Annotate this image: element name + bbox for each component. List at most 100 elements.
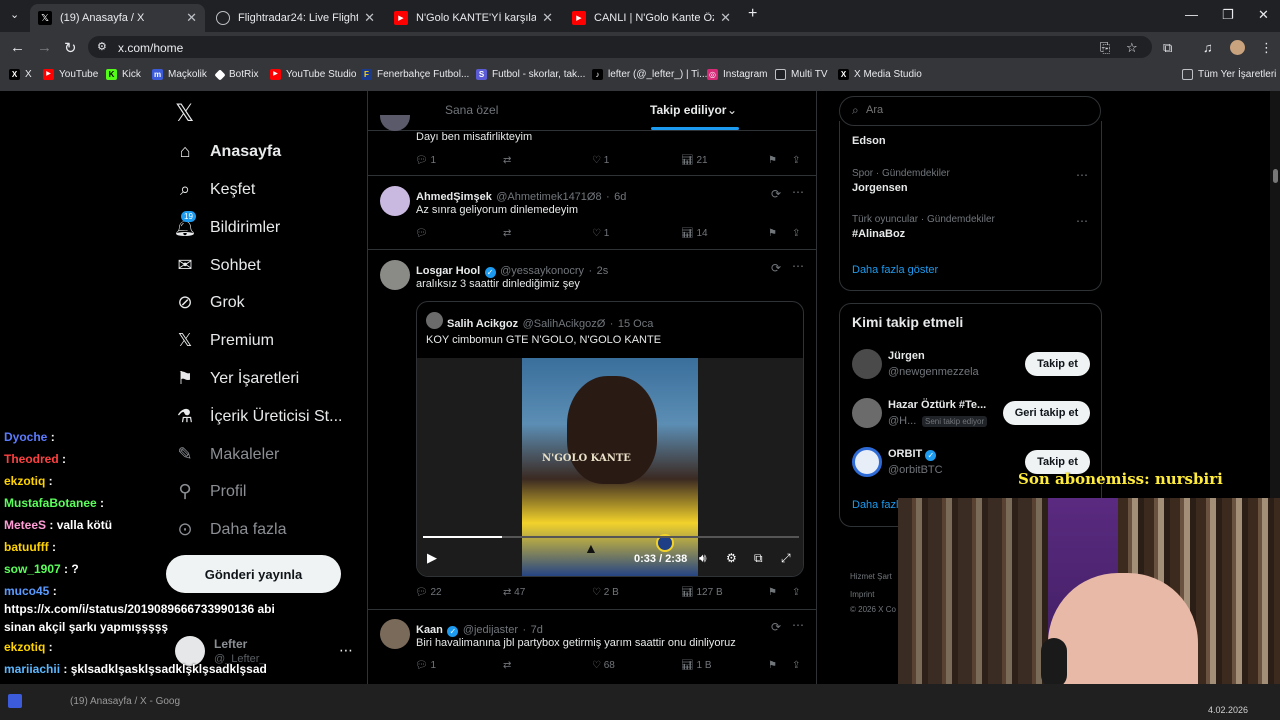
suggestion-name-text[interactable]: ORBIT xyxy=(888,448,922,460)
nav-creator-studio[interactable]: ⚗ İçerik Üreticisi St... xyxy=(173,406,343,427)
bookmark-kick[interactable]: K Kick xyxy=(106,69,141,80)
taskbar-window-title[interactable]: (19) Anasayfa / X - Goog xyxy=(70,696,180,707)
tab-following[interactable]: Takip ediliyor xyxy=(650,103,726,117)
retweet-icon[interactable]: ⇄ xyxy=(503,228,511,239)
reply-icon[interactable]: 💬︎ 22 xyxy=(415,587,442,598)
views-icon[interactable]: 📊︎ 14 xyxy=(681,228,708,239)
bookmark-fenerbahce[interactable]: F Fenerbahçe Futbol... xyxy=(361,69,469,80)
author-name[interactable]: Salih Acikgoz xyxy=(447,318,518,330)
tweet-time[interactable]: 2s xyxy=(597,265,609,277)
follow-back-button[interactable]: Geri takip et xyxy=(1003,401,1090,425)
bookmark-futbol[interactable]: S Futbol - skorlar, tak... xyxy=(476,69,585,80)
tab-for-you[interactable]: Sana özel xyxy=(445,103,498,117)
maximize-icon[interactable]: ❐ xyxy=(1222,7,1234,23)
nav-grok[interactable]: ⊘ Grok xyxy=(173,292,244,313)
footer-link[interactable]: Imprint xyxy=(850,590,874,599)
footer-link[interactable]: Hizmet Şart xyxy=(850,572,892,581)
all-bookmarks[interactable]: Tüm Yer İşaretleri xyxy=(1182,69,1276,80)
nav-explore[interactable]: ⌕ Keşfet xyxy=(173,179,255,200)
views-icon[interactable]: 📊︎ 1 B xyxy=(681,660,712,671)
start-icon[interactable] xyxy=(8,694,22,708)
more-icon[interactable]: ⋯ xyxy=(792,618,804,632)
settings-icon[interactable]: ⚙ xyxy=(726,551,737,565)
close-icon[interactable]: ✕ xyxy=(542,10,553,26)
bookmark-icon[interactable]: ⚑ xyxy=(768,228,777,239)
nav-bookmarks[interactable]: ⚑ Yer İşaretleri xyxy=(173,368,299,389)
bookmark-multitv[interactable]: Multi TV xyxy=(775,69,828,80)
bookmark-star-icon[interactable]: ☆ xyxy=(1126,40,1138,56)
back-icon[interactable]: ← xyxy=(10,39,25,56)
more-icon[interactable]: ⋯ xyxy=(1076,214,1088,228)
more-icon[interactable]: ⋯ xyxy=(1076,168,1088,182)
views-icon[interactable]: 📊︎ 21 xyxy=(681,155,708,166)
reply-icon[interactable]: 💬︎ 1 xyxy=(415,155,436,166)
bookmark-x[interactable]: XX xyxy=(9,69,32,80)
chevron-down-icon[interactable]: ⌄ xyxy=(727,103,737,117)
grok-icon[interactable]: ⟳ xyxy=(771,261,781,275)
minimize-icon[interactable]: — xyxy=(1185,7,1198,22)
tab-youtube-2[interactable]: ▶ CANLI | N'Golo Kante Özel ✕ xyxy=(564,4,739,32)
close-icon[interactable]: ✕ xyxy=(364,10,375,26)
bookmark-icon[interactable]: ⚑ xyxy=(768,587,777,598)
close-icon[interactable]: ✕ xyxy=(186,10,197,26)
bookmark-icon[interactable]: ⚑ xyxy=(768,660,777,671)
trend-name[interactable]: Jorgensen xyxy=(852,182,908,194)
site-info-icon[interactable]: ⚙ xyxy=(97,40,107,53)
reload-icon[interactable]: ↻ xyxy=(64,39,77,57)
bookmark-instagram[interactable]: ◎ Instagram xyxy=(707,69,767,80)
profile-avatar[interactable] xyxy=(1230,40,1245,55)
scrollbar-thumb[interactable] xyxy=(1273,169,1278,183)
suggestion-name[interactable]: Hazar Öztürk #Te... xyxy=(888,399,986,411)
extensions-icon[interactable]: ⧉ xyxy=(1163,40,1172,56)
bookmark-botrix[interactable]: BotRix xyxy=(214,68,258,81)
nav-premium[interactable]: 𝕏 Premium xyxy=(173,330,274,351)
share-icon[interactable]: ⇪ xyxy=(792,155,800,166)
bookmark-mackolik[interactable]: m Maçkolik xyxy=(152,69,207,80)
nav-chat[interactable]: ✉ Sohbet xyxy=(173,255,260,276)
views-icon[interactable]: 📊︎ 127 B xyxy=(681,587,723,598)
trend-name[interactable]: Edson xyxy=(852,135,886,147)
close-icon[interactable]: ✕ xyxy=(720,10,731,26)
like-icon[interactable]: ♡ 2 B xyxy=(592,587,619,598)
reply-icon[interactable]: 💬︎ xyxy=(415,228,428,239)
more-icon[interactable]: ⋯ xyxy=(792,259,804,273)
window-close-icon[interactable]: ✕ xyxy=(1258,7,1269,23)
grok-icon[interactable]: ⟳ xyxy=(771,187,781,201)
tab-flightradar[interactable]: Flightradar24: Live Flight Tracker ✕ xyxy=(208,4,383,32)
share-icon[interactable]: ⇪ xyxy=(792,587,800,598)
menu-kebab-icon[interactable]: ⋮ xyxy=(1260,40,1273,56)
bookmark-media-studio[interactable]: X X Media Studio xyxy=(838,69,922,80)
media-control-icon[interactable]: ♫ xyxy=(1203,40,1213,55)
nav-home[interactable]: ⌂ Anasayfa xyxy=(173,141,282,162)
author-name[interactable]: AhmedŞimşek xyxy=(416,191,492,203)
share-icon[interactable]: ⇪ xyxy=(792,228,800,239)
url-text[interactable]: x.com/home xyxy=(118,41,183,55)
author-name[interactable]: Kaan xyxy=(416,624,443,636)
like-icon[interactable]: ♡ 1 xyxy=(592,155,609,166)
trend-name[interactable]: #AlinaBoz xyxy=(852,228,905,240)
tab-youtube-1[interactable]: ▶ N'Golo KANTE'Yİ karşılama hav ✕ xyxy=(386,4,561,32)
video-player[interactable]: N'GOLO KANTE ▲ ▶ 0:33 / 2:38 🔊︎ ⚙ ⧉ ⤢ xyxy=(417,358,803,576)
address-bar[interactable] xyxy=(88,36,1152,58)
tab-search-chevron-icon[interactable]: ⌄ xyxy=(10,8,19,21)
fullscreen-icon[interactable]: ⤢ xyxy=(781,551,791,566)
retweet-icon[interactable]: ⇄ xyxy=(503,155,511,166)
bookmark-youtube-studio[interactable]: ▶ YouTube Studio xyxy=(270,69,356,80)
retweet-icon[interactable]: ⇄ xyxy=(503,660,511,671)
bookmark-tiktok[interactable]: ♪ lefter (@_lefter_) | Ti... xyxy=(592,69,707,80)
tab-x-home[interactable]: 𝕏 (19) Anasayfa / X ✕ xyxy=(30,4,205,32)
forward-icon[interactable]: → xyxy=(37,39,52,56)
more-icon[interactable]: ⋯ xyxy=(792,185,804,199)
show-more-link[interactable]: Daha fazla göster xyxy=(852,264,938,276)
bookmark-youtube[interactable]: ▶ YouTube xyxy=(43,69,98,80)
tweet-time[interactable]: 7d xyxy=(531,624,543,636)
quote-tweet[interactable]: Salih Acikgoz @SalihAcikgozØ · 15 Oca KO… xyxy=(416,301,804,577)
pip-icon[interactable]: ⧉ xyxy=(754,551,763,566)
reply-icon[interactable]: 💬︎ 1 xyxy=(415,660,436,671)
show-more-link[interactable]: Daha fazla xyxy=(852,499,905,511)
share-icon[interactable]: ⇪ xyxy=(792,660,800,671)
follow-button[interactable]: Takip et xyxy=(1025,352,1090,376)
suggestion-name[interactable]: Jürgen xyxy=(888,350,925,362)
x-logo-icon[interactable]: 𝕏 xyxy=(175,99,194,128)
retweet-icon[interactable]: ⇄ 47 xyxy=(503,587,525,598)
